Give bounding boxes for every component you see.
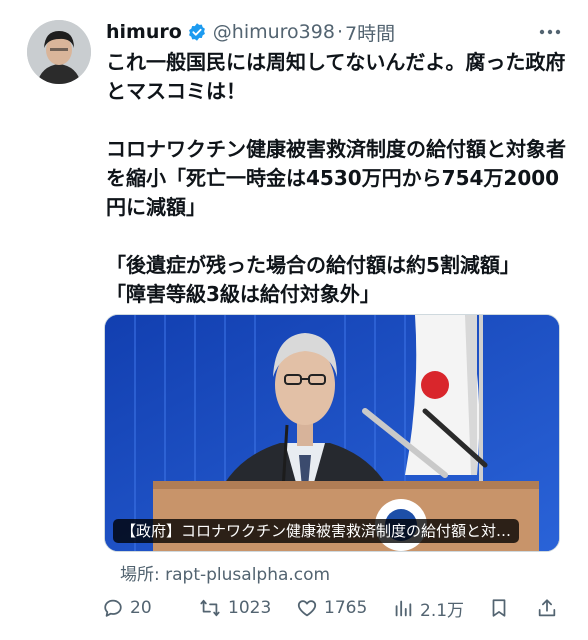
user-handle[interactable]: @himuro398: [213, 21, 335, 43]
action-bar: 20 1023 1765 2.1万: [102, 594, 568, 622]
more-icon[interactable]: [536, 20, 564, 44]
separator-dot: ·: [336, 21, 343, 43]
media-caption: 【政府】コロナワクチン健康被害救済制度の給付額と対…: [113, 519, 520, 543]
tweet-timestamp[interactable]: 7時間: [345, 19, 395, 46]
views-icon: [392, 597, 414, 619]
bookmark-icon: [488, 597, 510, 619]
tweet-header: himuro @himuro398 · 7時間: [106, 18, 395, 46]
views-count: 2.1万: [420, 600, 465, 621]
share-button[interactable]: [536, 594, 558, 622]
heart-icon: [296, 597, 318, 619]
verified-badge-icon: [187, 22, 207, 42]
media-card[interactable]: 【政府】コロナワクチン健康被害救済制度の給付額と対…: [104, 314, 560, 552]
reply-button[interactable]: 20: [102, 594, 152, 622]
like-count: 1765: [324, 598, 368, 618]
views-button[interactable]: 2.1万: [392, 594, 464, 622]
tweet[interactable]: himuro @himuro398 · 7時間 これ一般国民には周知してないんだ…: [0, 0, 588, 640]
avatar[interactable]: [27, 20, 91, 84]
retweet-button[interactable]: 1023: [198, 594, 271, 622]
like-button[interactable]: 1765: [296, 594, 367, 622]
tweet-text: これ一般国民には周知してないんだよ。腐った政府とマスコミは！ コロナワクチン健康…: [106, 50, 566, 306]
reply-icon: [102, 597, 124, 619]
bookmark-button[interactable]: [488, 594, 510, 622]
retweet-count: 1023: [228, 598, 272, 618]
display-name[interactable]: himuro: [106, 21, 182, 43]
share-icon: [536, 597, 558, 619]
retweet-icon: [198, 597, 222, 619]
media-image: [105, 315, 559, 551]
reply-count: 20: [130, 598, 152, 618]
source-link[interactable]: 場所: rapt-plusalpha.com: [120, 560, 330, 585]
